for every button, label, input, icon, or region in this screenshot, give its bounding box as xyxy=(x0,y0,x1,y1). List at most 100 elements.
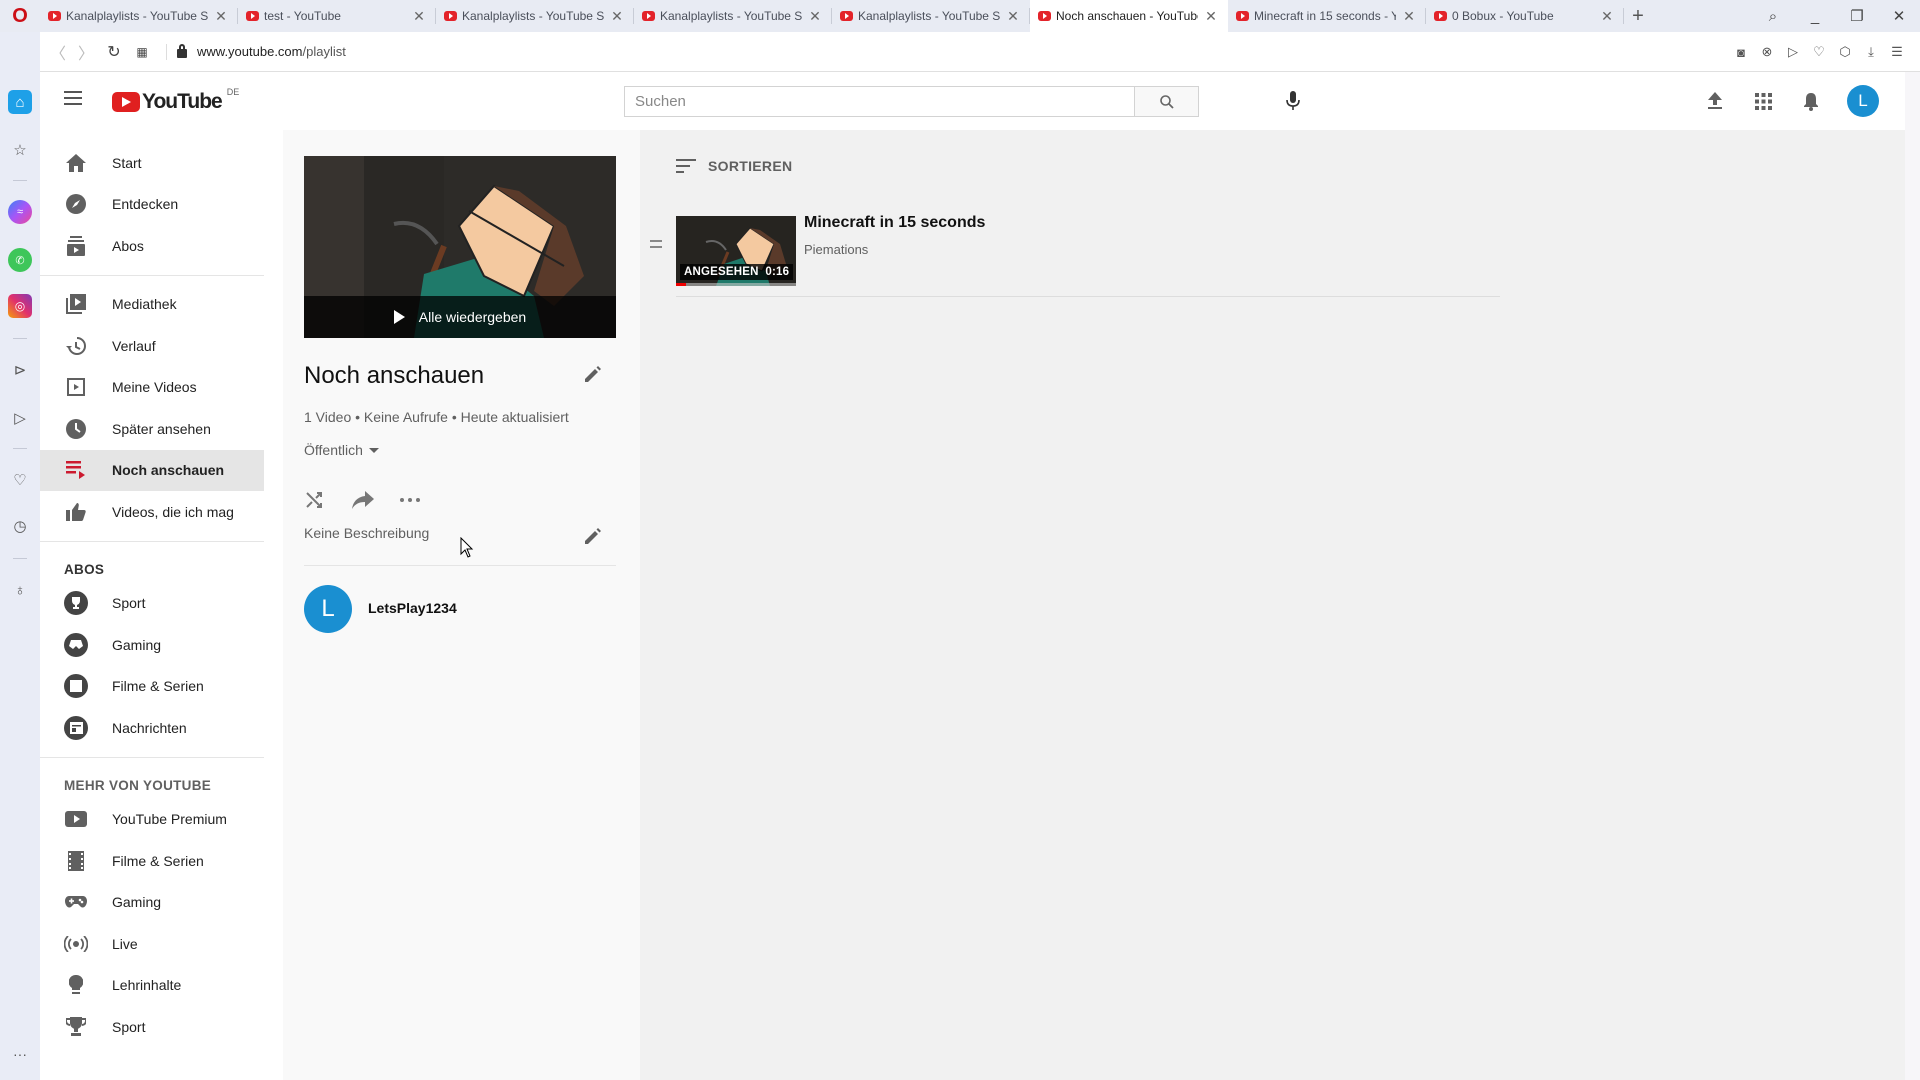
opera-logo-icon[interactable]: O xyxy=(0,0,40,32)
tab-search-icon[interactable]: ⌕ xyxy=(1752,8,1794,25)
reload-button[interactable]: ↻ xyxy=(100,42,128,62)
history-clock-icon[interactable]: ◷ xyxy=(8,514,32,538)
guide-item-noch-anschauen[interactable]: Noch anschauen xyxy=(40,449,264,491)
browser-tab[interactable]: 0 Bobux - YouTube ✕ xyxy=(1426,0,1624,32)
guide-item-start[interactable]: Start xyxy=(40,142,264,184)
guide-item-abos[interactable]: Abos xyxy=(40,225,264,267)
video-title-link[interactable]: Minecraft in 15 seconds xyxy=(804,214,985,232)
divider xyxy=(304,565,616,566)
guide-item-live[interactable]: Live xyxy=(40,923,264,965)
guide-item-sport[interactable]: Sport xyxy=(40,583,264,625)
lock-icon[interactable] xyxy=(177,44,187,58)
guide-item-filme-serien[interactable]: Filme & Serien xyxy=(40,666,264,708)
close-tab-icon[interactable]: ✕ xyxy=(1402,8,1416,25)
guide-item-lehrinhalte[interactable]: Lehrinhalte xyxy=(40,965,264,1007)
owner-name-link[interactable]: LetsPlay1234 xyxy=(368,600,457,616)
guide-item-gaming[interactable]: Gaming xyxy=(40,624,264,666)
close-tab-icon[interactable]: ✕ xyxy=(214,8,228,25)
heart-icon[interactable]: ♡ xyxy=(1806,44,1832,60)
url-field[interactable]: www.youtube.com/playlist xyxy=(197,44,346,59)
more-options-icon[interactable]: ··· xyxy=(8,1042,32,1066)
search-input[interactable] xyxy=(625,87,1134,116)
guide-item-label: Live xyxy=(112,935,138,952)
browser-tab[interactable]: Kanalplaylists - YouTube Studio ✕ xyxy=(634,0,832,32)
guide-item-nachrichten[interactable]: Nachrichten xyxy=(40,707,264,749)
close-tab-icon[interactable]: ✕ xyxy=(610,8,624,25)
speed-dial-icon[interactable]: ▦ xyxy=(128,45,156,59)
flow-send-icon[interactable]: ▷ xyxy=(8,406,32,430)
url-host: www.youtube.com xyxy=(197,44,303,59)
easy-setup-icon[interactable]: ☰ xyxy=(1884,44,1910,60)
edit-title-button[interactable] xyxy=(583,364,607,388)
guide-item-sport[interactable]: Sport xyxy=(40,1006,264,1048)
menu-icon[interactable] xyxy=(64,91,82,105)
owner-avatar[interactable]: L xyxy=(304,585,352,633)
bookmarks-star-icon[interactable]: ☆ xyxy=(8,138,32,162)
guide-item-filme-serien[interactable]: Filme & Serien xyxy=(40,840,264,882)
browser-tab[interactable]: Kanalplaylists - YouTube Studio ✕ xyxy=(40,0,238,32)
apps-button[interactable] xyxy=(1739,92,1787,110)
playlist-video-item[interactable]: ANGESEHEN 0:16 Minecraft in 15 seconds P… xyxy=(640,206,1500,296)
account-avatar[interactable]: L xyxy=(1847,85,1879,117)
guide-item-youtube-premium[interactable]: YouTube Premium xyxy=(40,799,264,841)
playlist-thumbnail[interactable]: Alle wiedergeben xyxy=(304,156,616,338)
player-icon[interactable]: ⊳ xyxy=(8,358,32,382)
close-window-button[interactable]: ✕ xyxy=(1878,7,1920,25)
edit-description-button[interactable] xyxy=(583,526,607,550)
guide-item-verlauf[interactable]: Verlauf xyxy=(40,325,264,367)
browser-tab[interactable]: Kanalplaylists - YouTube Studio ✕ xyxy=(832,0,1030,32)
download-icon[interactable]: ⤓ xyxy=(1858,44,1884,60)
guide-item-später-ansehen[interactable]: Später ansehen xyxy=(40,408,264,450)
privacy-value: Öffentlich xyxy=(304,442,363,458)
instagram-icon[interactable]: ◎ xyxy=(8,294,32,318)
restore-button[interactable]: ❐ xyxy=(1836,7,1878,25)
minimize-button[interactable]: _ xyxy=(1794,8,1836,25)
back-button[interactable]: 〈 xyxy=(44,40,72,64)
share-button[interactable] xyxy=(352,482,400,518)
close-tab-icon[interactable]: ✕ xyxy=(412,8,426,25)
video-thumbnail[interactable]: ANGESEHEN 0:16 xyxy=(676,216,796,286)
notifications-button[interactable] xyxy=(1787,92,1835,111)
sort-button[interactable]: SORTIEREN xyxy=(676,158,792,174)
new-tab-button[interactable]: + xyxy=(1624,5,1652,28)
voice-search-button[interactable] xyxy=(1278,86,1308,116)
wallet-icon[interactable]: ⬡ xyxy=(1832,44,1858,60)
privacy-dropdown[interactable]: Öffentlich xyxy=(304,442,379,458)
guide-item-videos-die-ich-mag[interactable]: Videos, die ich mag xyxy=(40,491,264,533)
browser-tab[interactable]: Noch anschauen - YouTube ✕ xyxy=(1030,0,1228,32)
browser-tab[interactable]: test - YouTube ✕ xyxy=(238,0,436,32)
close-tab-icon[interactable]: ✕ xyxy=(808,8,822,25)
watch-progress-track xyxy=(676,283,796,286)
tips-lightbulb-icon[interactable]: ♁ xyxy=(8,578,32,602)
whatsapp-icon[interactable]: ✆ xyxy=(8,248,32,272)
adblock-icon[interactable]: ⊗ xyxy=(1754,44,1780,60)
guide-item-entdecken[interactable]: Entdecken xyxy=(40,184,264,226)
home-icon[interactable]: ⌂ xyxy=(8,90,32,114)
search-button[interactable] xyxy=(1134,87,1198,116)
page-scrollbar[interactable] xyxy=(1905,72,1920,1080)
messenger-icon[interactable]: ≈ xyxy=(8,200,32,224)
close-tab-icon[interactable]: ✕ xyxy=(1006,8,1020,25)
close-tab-icon[interactable]: ✕ xyxy=(1600,8,1614,25)
video-channel-link[interactable]: Piemations xyxy=(804,242,868,257)
send-icon[interactable]: ▷ xyxy=(1780,44,1806,60)
pinboard-heart-icon[interactable]: ♡ xyxy=(8,468,32,492)
shuffle-button[interactable] xyxy=(304,482,352,518)
more-actions-button[interactable] xyxy=(400,482,448,518)
sort-label: SORTIEREN xyxy=(708,158,793,174)
browser-tab[interactable]: Minecraft in 15 seconds - YouTube ✕ xyxy=(1228,0,1426,32)
guide-item-label: Gaming xyxy=(112,894,162,911)
guide-item-mediathek[interactable]: Mediathek xyxy=(40,284,264,326)
drag-handle-icon[interactable] xyxy=(650,240,662,248)
news-channel-icon xyxy=(64,715,88,740)
upload-button[interactable] xyxy=(1691,92,1739,110)
youtube-header: YouTube DE L xyxy=(40,72,1905,130)
close-tab-icon[interactable]: ✕ xyxy=(1204,8,1218,25)
guide-item-meine-videos[interactable]: Meine Videos xyxy=(40,367,264,409)
play-all-button[interactable]: Alle wiedergeben xyxy=(304,296,616,338)
forward-button[interactable]: 〉 xyxy=(72,40,100,64)
guide-item-gaming[interactable]: Gaming xyxy=(40,882,264,924)
snapshot-icon[interactable]: ◙ xyxy=(1728,45,1754,60)
browser-tab[interactable]: Kanalplaylists - YouTube Studio ✕ xyxy=(436,0,634,32)
youtube-logo[interactable]: YouTube DE xyxy=(112,87,239,114)
